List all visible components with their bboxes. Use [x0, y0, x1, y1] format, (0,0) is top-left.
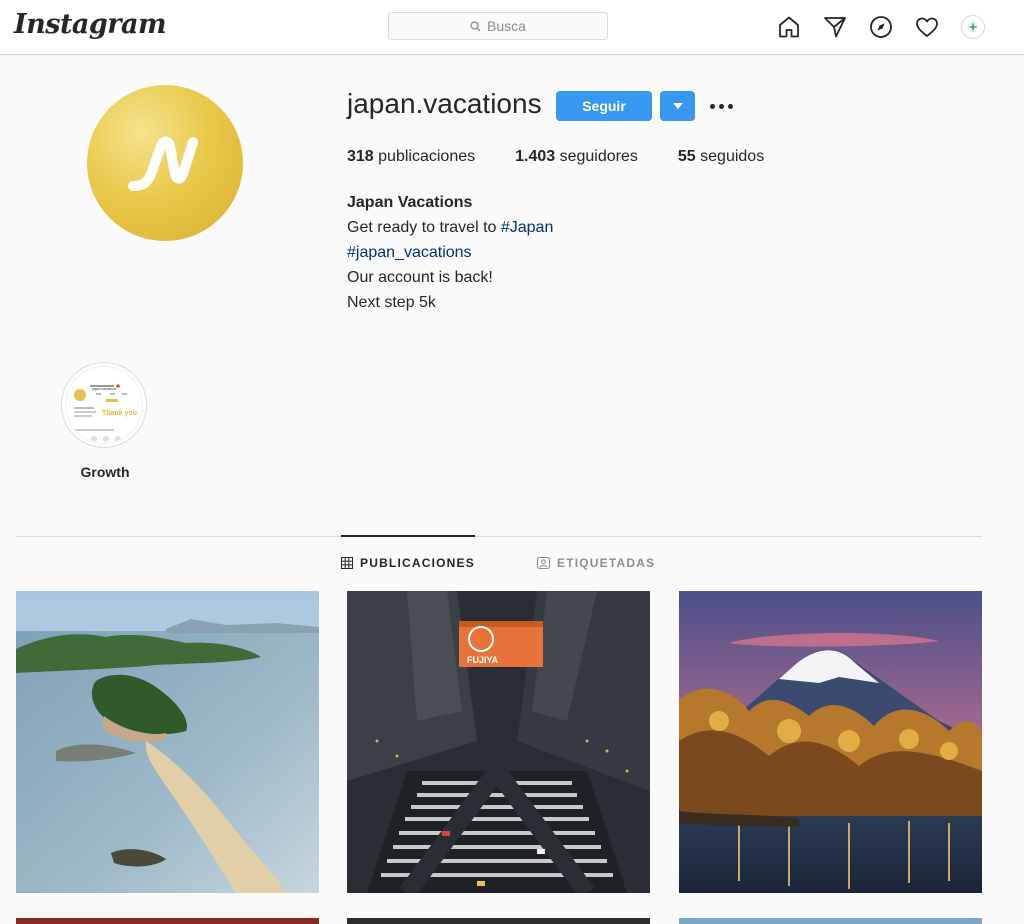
post-thumbnail[interactable] [679, 918, 982, 924]
tab-posts-label: PUBLICACIONES [360, 556, 475, 570]
grid-icon [341, 557, 353, 569]
dot [727, 103, 733, 109]
following-label: seguidos [700, 148, 765, 165]
profile-stats: 318 publicaciones 1.403 seguidores 55 se… [347, 148, 804, 166]
followers-label: seguidores [559, 148, 638, 165]
dot [709, 103, 715, 109]
search-placeholder: Busca [487, 18, 526, 34]
post-thumbnail[interactable] [16, 591, 319, 893]
bio-line-1: Get ready to travel to #Japan [347, 215, 553, 240]
tagged-icon [537, 557, 550, 569]
profile-bio: Japan Vacations Get ready to travel to #… [347, 190, 553, 315]
bio-text: Get ready to travel to [347, 219, 501, 236]
tabs-divider [16, 536, 982, 537]
profile-avatar-icon[interactable] [960, 14, 986, 40]
posts-label: publicaciones [378, 148, 476, 165]
dot [718, 103, 724, 109]
profile-picture[interactable] [87, 85, 243, 241]
nav-icons [776, 14, 986, 40]
post-thumbnail[interactable] [16, 918, 319, 924]
profile-username: japan.vacations [347, 88, 542, 119]
more-options-button[interactable] [708, 96, 734, 116]
fujiya-sign-text: FUJIYA [467, 655, 499, 665]
profile-full-name: Japan Vacations [347, 194, 473, 211]
tab-posts[interactable]: PUBLICACIONES [341, 556, 475, 570]
hashtag-link[interactable]: #Japan [501, 219, 554, 236]
posts-count: 318 publicaciones [347, 148, 475, 166]
follow-button[interactable]: Seguir [556, 91, 652, 121]
tab-tagged-label: ETIQUETADAS [557, 556, 656, 570]
followers-count[interactable]: 1.403 seguidores [515, 148, 638, 166]
bio-line-3: Our account is back! [347, 269, 493, 286]
highlight-thumb-title: japan.vacations [91, 387, 117, 391]
suggestions-dropdown-button[interactable] [660, 91, 695, 121]
caret-down-icon [672, 103, 683, 109]
tab-tagged[interactable]: ETIQUETADAS [537, 556, 655, 570]
avatar [961, 15, 985, 39]
story-highlight[interactable]: japan.vacations Thank you Growth [61, 362, 149, 480]
following-number: 55 [677, 148, 696, 165]
search-icon [470, 20, 481, 31]
explore-icon[interactable] [868, 14, 894, 40]
post-thumbnail[interactable] [347, 918, 650, 924]
followers-number: 1.403 [515, 148, 556, 165]
direct-icon[interactable] [822, 14, 848, 40]
home-icon[interactable] [776, 14, 802, 40]
posts-number: 318 [347, 148, 374, 165]
post-thumbnail[interactable] [679, 591, 982, 893]
bio-line-4: Next step 5k [347, 294, 436, 311]
instagram-logo[interactable]: Instagram [14, 9, 167, 40]
highlight-thumb-text: Thank you [102, 410, 137, 417]
highlight-cover: japan.vacations Thank you [61, 362, 147, 448]
brand-logo-icon [128, 136, 198, 191]
highlight-thumbnail: japan.vacations Thank you [65, 366, 143, 444]
activity-heart-icon[interactable] [914, 14, 940, 40]
bio-line-2: #japan_vacations [347, 240, 553, 265]
island-beach-photo [16, 591, 319, 893]
post-thumbnail[interactable]: FUJIYA [347, 591, 650, 893]
hashtag-link[interactable]: #japan_vacations [347, 244, 472, 261]
fuji-autumn-photo [679, 591, 982, 893]
highlight-label: Growth [80, 464, 130, 480]
active-tab-indicator [341, 535, 475, 537]
top-nav-bar: Instagram Busca [0, 0, 1024, 55]
search-input[interactable]: Busca [388, 12, 608, 40]
following-count[interactable]: 55 seguidos [678, 148, 764, 166]
city-crossing-photo: FUJIYA [347, 591, 650, 893]
